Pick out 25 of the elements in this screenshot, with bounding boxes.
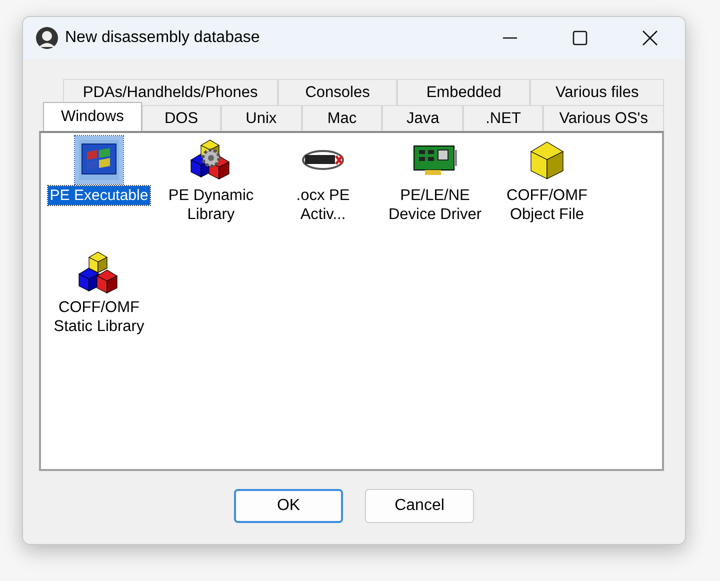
tab[interactable]: Unix	[220, 105, 302, 131]
maximize-icon	[572, 30, 588, 46]
minimize-icon	[502, 37, 518, 39]
tab[interactable]: Mac	[302, 105, 382, 131]
file-type-label[interactable]: PE Executable	[48, 186, 150, 205]
close-icon	[642, 30, 658, 46]
tab[interactable]: Various OS's	[543, 105, 664, 131]
app-icon	[35, 26, 59, 50]
tab[interactable]: Windows	[43, 102, 142, 131]
file-type-label[interactable]: COFF/OMF Static Library	[50, 298, 148, 336]
dialog-button[interactable]: OK	[234, 489, 343, 523]
tab[interactable]: .NET	[463, 105, 544, 131]
window-title: New disassembly database	[65, 28, 260, 48]
tab[interactable]: Java	[382, 105, 464, 131]
tab[interactable]: PDAs/Handhelds/Phones	[63, 79, 278, 105]
dialog-button[interactable]: Cancel	[365, 489, 474, 523]
tab[interactable]: Various files	[530, 79, 664, 105]
file-type-label[interactable]: COFF/OMF Object File	[498, 186, 596, 224]
file-type-label[interactable]: PE/LE/NE Device Driver	[386, 186, 484, 224]
tab[interactable]: Consoles	[278, 79, 398, 105]
tab[interactable]: Embedded	[397, 79, 530, 105]
window-icon[interactable]	[75, 136, 123, 184]
tab[interactable]: DOS	[142, 105, 221, 131]
file-type-label[interactable]: .ocx PE Activ...	[274, 186, 372, 224]
file-type-label[interactable]: PE Dynamic Library	[162, 186, 260, 224]
